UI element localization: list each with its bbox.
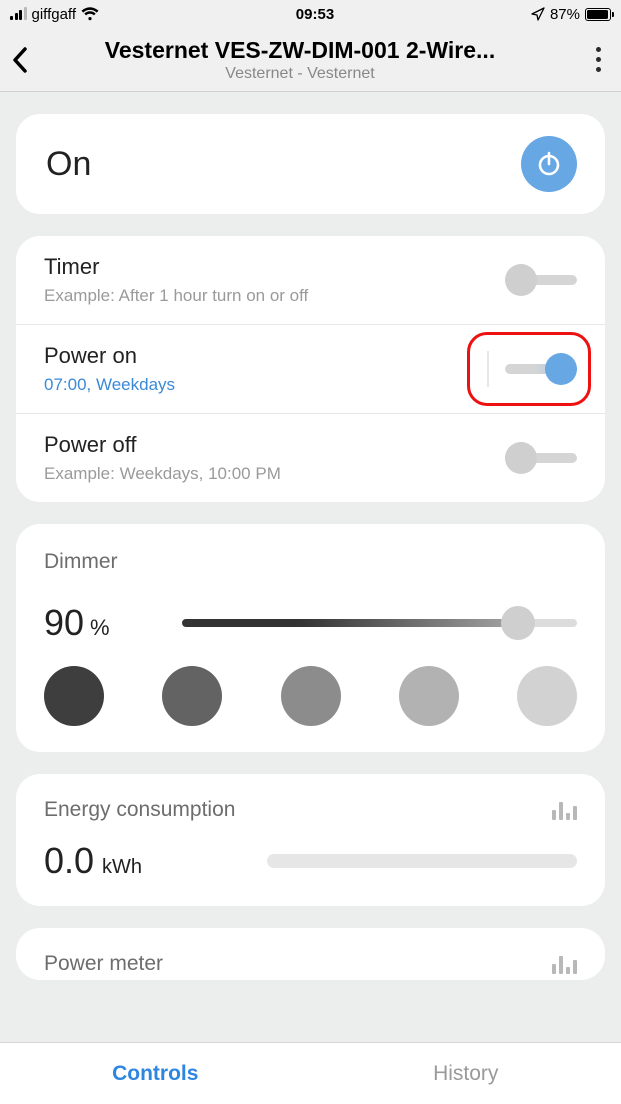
- page-subtitle: Vesternet - Vesternet: [25, 65, 575, 83]
- dimmer-card: Dimmer 90 %: [16, 524, 605, 752]
- power-on-label: Power on: [44, 343, 175, 369]
- carrier-label: giffgaff: [32, 6, 77, 23]
- timer-row[interactable]: Timer Example: After 1 hour turn on or o…: [16, 236, 605, 324]
- dimmer-title: Dimmer: [44, 550, 577, 574]
- preset-4[interactable]: [399, 666, 459, 726]
- schedule-card: Timer Example: After 1 hour turn on or o…: [16, 236, 605, 502]
- chart-icon[interactable]: [552, 800, 577, 820]
- power-button[interactable]: [521, 136, 577, 192]
- energy-card: Energy consumption 0.0 kWh: [16, 774, 605, 906]
- timer-toggle[interactable]: [505, 265, 577, 295]
- power-on-toggle[interactable]: [505, 354, 577, 384]
- dimmer-number: 90: [44, 602, 84, 644]
- energy-number: 0.0: [44, 840, 94, 882]
- tab-bar: Controls History: [0, 1042, 621, 1104]
- status-bar: giffgaff 09:53 87%: [0, 0, 621, 28]
- power-off-label: Power off: [44, 432, 281, 458]
- dimmer-slider[interactable]: [182, 608, 577, 638]
- chart-icon[interactable]: [552, 954, 577, 974]
- location-icon: [531, 7, 545, 21]
- more-vertical-icon: [596, 47, 601, 72]
- content-scroll[interactable]: On Timer Example: After 1 hour turn on o…: [0, 92, 621, 1042]
- preset-1[interactable]: [44, 666, 104, 726]
- dimmer-unit: %: [90, 615, 110, 641]
- power-off-sub: Example: Weekdays, 10:00 PM: [44, 464, 281, 484]
- battery-icon: [585, 8, 611, 21]
- timer-sub: Example: After 1 hour turn on or off: [44, 286, 308, 306]
- dimmer-presets: [44, 666, 577, 726]
- power-off-toggle[interactable]: [505, 443, 577, 473]
- energy-title: Energy consumption: [44, 798, 235, 822]
- energy-unit: kWh: [102, 856, 142, 879]
- clock: 09:53: [296, 6, 334, 23]
- preset-2[interactable]: [162, 666, 222, 726]
- state-label: On: [46, 145, 91, 184]
- power-on-row[interactable]: Power on 07:00, Weekdays: [16, 324, 605, 413]
- power-icon: [535, 150, 563, 178]
- tab-history[interactable]: History: [311, 1043, 621, 1104]
- power-off-row[interactable]: Power off Example: Weekdays, 10:00 PM: [16, 413, 605, 502]
- power-meter-card: Power meter: [16, 928, 605, 980]
- slider-knob[interactable]: [501, 606, 535, 640]
- battery-percent: 87%: [550, 6, 580, 23]
- preset-5[interactable]: [517, 666, 577, 726]
- preset-3[interactable]: [281, 666, 341, 726]
- page-title: Vesternet VES-ZW-DIM-001 2-Wire...: [25, 37, 575, 64]
- wifi-icon: [81, 7, 99, 21]
- tab-controls[interactable]: Controls: [0, 1043, 311, 1104]
- dimmer-value: 90 %: [44, 602, 164, 644]
- power-on-sub: 07:00, Weekdays: [44, 375, 175, 395]
- power-meter-title: Power meter: [44, 952, 163, 976]
- energy-value: 0.0 kWh: [44, 840, 142, 882]
- cell-signal-icon: [10, 8, 27, 20]
- energy-bar: [267, 854, 577, 868]
- nav-bar: Vesternet VES-ZW-DIM-001 2-Wire... Veste…: [0, 28, 621, 92]
- more-button[interactable]: [575, 28, 621, 91]
- state-card: On: [16, 114, 605, 214]
- timer-label: Timer: [44, 254, 308, 280]
